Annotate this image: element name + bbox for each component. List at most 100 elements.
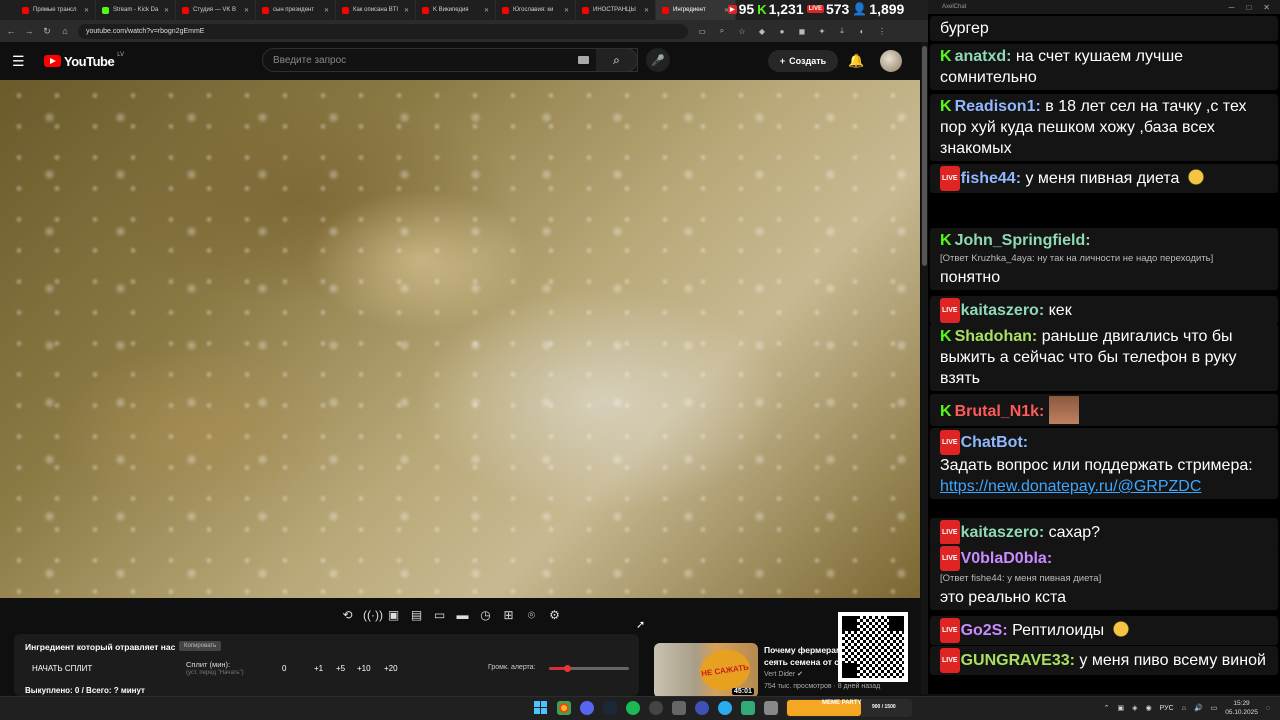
chat-username[interactable]: kaitaszero: — [961, 524, 1045, 541]
tab-close-icon[interactable]: ✕ — [644, 7, 649, 14]
discord-icon[interactable] — [580, 701, 594, 715]
picture-in-picture-icon[interactable]: ▭ — [432, 608, 447, 622]
back-icon[interactable]: ← — [6, 26, 16, 36]
browser-menu-icon[interactable]: ⋮ — [876, 27, 888, 36]
theater-mode-icon[interactable]: ▬ — [455, 608, 470, 622]
chat-username[interactable]: V0blaD0bla: — [961, 550, 1053, 567]
close-icon[interactable]: ✕ — [1263, 3, 1270, 12]
notifications-bell-icon[interactable]: 🔔 — [848, 53, 864, 69]
increment-button[interactable]: +5 — [336, 664, 345, 673]
app-tray-icon[interactable]: ◉ — [1146, 704, 1152, 712]
screenshot-icon[interactable]: ⌾ — [524, 608, 539, 623]
settings-gear-icon[interactable]: ⚙ — [547, 608, 562, 622]
browser-tab[interactable]: Как описана BTI ✕ — [336, 0, 416, 20]
chrome-icon[interactable] — [557, 701, 571, 715]
app-tray-icon[interactable]: ▣ — [1118, 704, 1125, 712]
extension-icon[interactable]: ◼ — [796, 27, 808, 36]
clapper-icon[interactable]: ▤ — [409, 608, 424, 622]
broadcast-icon[interactable]: ((·)) — [363, 608, 383, 622]
increment-button[interactable]: +1 — [314, 664, 323, 673]
watch-later-icon[interactable]: ▣ — [386, 608, 401, 622]
chat-username[interactable]: Go2S: — [961, 622, 1008, 639]
chat-username[interactable]: Readison1: — [955, 98, 1041, 115]
browser-tab[interactable]: Stream - Kick Da ✕ — [96, 0, 176, 20]
telegram-icon[interactable] — [718, 701, 732, 715]
tab-close-icon[interactable]: ✕ — [164, 7, 169, 14]
video-player[interactable] — [0, 80, 920, 598]
keyboard-icon[interactable] — [578, 56, 589, 64]
volume-icon[interactable]: 🔊 — [1194, 704, 1203, 712]
bookmark-star-icon[interactable]: ☆ — [736, 27, 748, 36]
browser-tab[interactable]: ИНОСТРАНЦЫ ✕ — [576, 0, 656, 20]
create-button[interactable]: + Создать — [768, 50, 838, 72]
chat-username[interactable]: Shadohan: — [955, 328, 1038, 345]
chat-username[interactable]: anatxd: — [955, 48, 1012, 65]
browser-tab[interactable]: Студия — VK B ✕ — [176, 0, 256, 20]
download-icon[interactable]: ⤓ — [836, 26, 848, 36]
browser-tab[interactable]: Прямые трансл ✕ — [16, 0, 96, 20]
profile-icon[interactable]: ◐ — [856, 27, 868, 36]
chat-username[interactable]: ChatBot: — [961, 434, 1029, 451]
obs-icon[interactable] — [649, 701, 663, 715]
browser-tab[interactable]: K Википедия ✕ — [416, 0, 496, 20]
alert-volume-slider[interactable] — [549, 665, 629, 672]
tab-close-icon[interactable]: ✕ — [84, 7, 89, 14]
search-button[interactable]: ⌕ — [596, 48, 638, 72]
tab-close-icon[interactable]: ✕ — [404, 7, 409, 14]
extension-icon[interactable]: ◆ — [756, 27, 768, 36]
notification-icon[interactable]: ◌ — [1266, 705, 1270, 712]
add-icon[interactable]: ⊞ — [501, 608, 516, 622]
app-icon[interactable] — [695, 701, 709, 715]
youtube-logo[interactable]: YouTube LV — [44, 52, 124, 69]
cast-icon[interactable]: ▭ — [696, 27, 708, 36]
chevron-up-icon[interactable]: ⌃ — [1104, 704, 1110, 712]
donation-link[interactable]: https://new.donatepay.ru/@GRPZDC — [940, 476, 1268, 497]
split-minutes-value[interactable]: 0 — [282, 664, 286, 673]
reload-icon[interactable]: ↻ — [42, 26, 52, 37]
url-field[interactable]: youtube.com/watch?v=rbogn2gEmmE — [78, 23, 688, 39]
chat-username[interactable]: Brutal_N1k: — [955, 403, 1045, 420]
windows-start-icon[interactable] — [534, 701, 548, 715]
zoom-icon[interactable]: ⌕ — [716, 26, 728, 36]
puzzle-icon[interactable]: ✦ — [816, 27, 828, 36]
recommendation-channel[interactable]: Vert Dider ✔ — [764, 670, 803, 678]
voice-search-button[interactable]: 🎤 — [646, 48, 670, 72]
language-indicator[interactable]: РУС — [1160, 705, 1174, 712]
browser-tab[interactable]: Югославия: ки ✕ — [496, 0, 576, 20]
home-icon[interactable]: ⌂ — [60, 26, 70, 36]
recommendation-title[interactable]: Почему фермерам сеять семена от с — [764, 644, 844, 668]
start-split-button[interactable]: НАЧАТЬ СПЛИТ — [32, 664, 92, 673]
loop-icon[interactable]: ⟲ — [340, 608, 355, 622]
speed-icon[interactable]: ◷ — [478, 608, 493, 622]
forward-icon[interactable]: → — [24, 26, 34, 36]
app-icon[interactable] — [672, 701, 686, 715]
tab-close-icon[interactable]: ✕ — [484, 7, 489, 14]
maximize-icon[interactable]: □ — [1246, 3, 1251, 12]
avatar[interactable] — [880, 50, 902, 72]
slider-handle[interactable] — [563, 665, 571, 672]
browser-tab[interactable]: Ингредиент ✕ — [656, 0, 736, 20]
tab-close-icon[interactable]: ✕ — [564, 7, 569, 14]
extension-icon[interactable]: ● — [776, 27, 788, 36]
battery-icon[interactable]: ▭ — [1211, 704, 1218, 712]
copy-button[interactable]: Копировать — [179, 641, 222, 651]
chat-username[interactable]: kaitaszero: — [961, 302, 1045, 319]
app-icon[interactable] — [741, 701, 755, 715]
chat-username[interactable]: John_Springfield: — [955, 232, 1091, 249]
clock[interactable]: 15:29 05.10.2025 — [1225, 699, 1258, 717]
browser-tab[interactable]: сын президент ✕ — [256, 0, 336, 20]
page-scrollbar[interactable] — [921, 42, 928, 694]
tab-close-icon[interactable]: ✕ — [324, 7, 329, 14]
app-icon[interactable] — [764, 701, 778, 715]
increment-button[interactable]: +20 — [384, 664, 398, 673]
scrollbar-thumb[interactable] — [922, 46, 927, 266]
minimize-icon[interactable]: ─ — [1229, 3, 1235, 12]
tab-close-icon[interactable]: ✕ — [244, 7, 249, 14]
hamburger-menu-icon[interactable]: ☰ — [12, 53, 32, 70]
spotify-icon[interactable] — [626, 701, 640, 715]
network-icon[interactable]: ⌂ — [1182, 705, 1186, 712]
chat-username[interactable]: fishe44: — [961, 170, 1021, 187]
chat-username[interactable]: GUNGRAVE33: — [961, 652, 1075, 669]
steam-icon[interactable] — [603, 701, 617, 715]
app-tray-icon[interactable]: ◈ — [1132, 704, 1137, 712]
